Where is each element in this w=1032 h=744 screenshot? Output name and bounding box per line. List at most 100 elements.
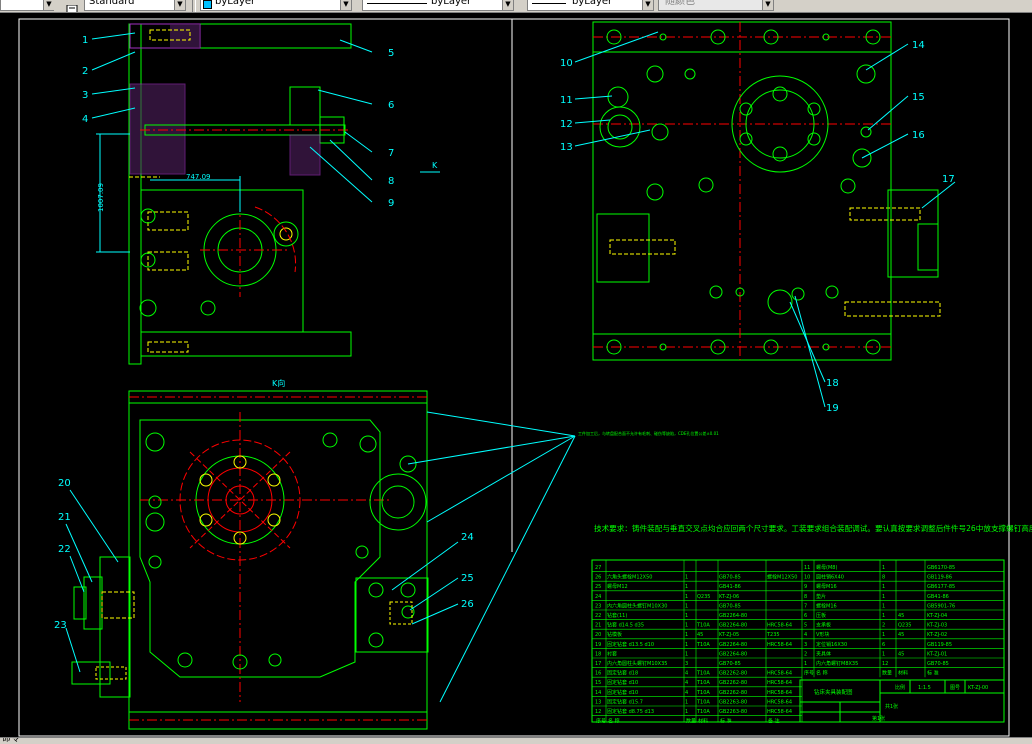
scale-label: 比例 bbox=[895, 684, 905, 691]
linetype-preview-icon bbox=[367, 3, 427, 4]
chevron-down-icon[interactable]: ▼ bbox=[502, 0, 513, 10]
bom-cell: GB2264-80 bbox=[719, 651, 747, 657]
callout-25: 25 bbox=[461, 573, 474, 584]
bom-row: 16 固定钻套 d18 4 T10A GB2262-80 HRC58-64 bbox=[592, 670, 802, 678]
bom-row: 14 固定钻套 d10 4 T10A GB2262-80 HRC58-64 bbox=[592, 689, 802, 697]
leaders-k-view bbox=[65, 411, 576, 703]
bom-cell: GB41-86 bbox=[927, 594, 949, 600]
callout-2: 2 bbox=[82, 66, 88, 77]
bom-cell: GB6170-85 bbox=[927, 565, 955, 571]
bom-header-cell: 材料 bbox=[698, 718, 708, 725]
callout-11: 11 bbox=[560, 95, 573, 106]
dim-vertical: 1007.09 bbox=[97, 183, 105, 212]
lineweight-dropdown[interactable]: byLayer bbox=[527, 0, 654, 11]
bom-cell: 24 bbox=[595, 594, 601, 600]
bom-cell: 1 bbox=[685, 651, 688, 657]
chevron-down-icon[interactable]: ▼ bbox=[762, 0, 773, 10]
bom-cell: 1 bbox=[882, 584, 885, 590]
bom-cell: GB2262-80 bbox=[719, 680, 747, 686]
bom-cell: GB2264-80 bbox=[719, 642, 747, 648]
bom-cell: 4 bbox=[685, 671, 688, 677]
bom-cell: GB2262-80 bbox=[719, 671, 747, 677]
bom-cell: KT-ZJ-06 bbox=[719, 594, 739, 600]
bom-cell: 45 bbox=[898, 632, 904, 638]
chevron-down-icon[interactable]: ▼ bbox=[43, 0, 54, 10]
bom-row: 12 固定钻套 d8.75 d13 1 T10A GB2263-80 HRC58-64 bbox=[592, 708, 802, 716]
bom-cell: GB41-86 bbox=[719, 584, 741, 590]
bom-cell: 27 bbox=[595, 565, 601, 571]
bom-cell: 螺母M12 bbox=[607, 583, 628, 590]
bom-cell: 1 bbox=[804, 661, 807, 667]
bom-cell: 固定钻套 d15.7 bbox=[607, 698, 643, 705]
bom-cell: GB119-86 bbox=[927, 575, 952, 581]
bom-cell: KT-ZJ-05 bbox=[719, 632, 739, 638]
top-view bbox=[592, 21, 941, 361]
text-style-dropdown[interactable]: Standard bbox=[84, 0, 186, 11]
bom-header-left: 序号名 称 数量 材料 标 准 备 注 bbox=[596, 718, 780, 725]
layer-color-value: byLayer bbox=[215, 0, 256, 7]
bom-cell: 1 bbox=[685, 613, 688, 619]
drawing-canvas[interactable]: 1007.09 747.09 K 1 2 3 4 5 6 7 8 9 10 11… bbox=[0, 12, 1032, 737]
bom-cell: T10A bbox=[696, 642, 710, 648]
bom-cell: 8 bbox=[882, 575, 885, 581]
bom-cell: 10 bbox=[804, 575, 810, 581]
bom-header-cell: 标 准 bbox=[720, 718, 732, 725]
bom-cell: 7 bbox=[804, 603, 807, 609]
callout-18: 18 bbox=[826, 378, 839, 389]
bom-cell: 13 bbox=[595, 699, 601, 705]
bom-cell: 14 bbox=[595, 690, 601, 696]
chevron-down-icon[interactable]: ▼ bbox=[340, 0, 351, 10]
callout-20: 20 bbox=[58, 478, 71, 489]
bom-cell: 内六角圆柱头螺钉M10X30 bbox=[607, 602, 667, 609]
bom-cell: 11 bbox=[804, 565, 810, 571]
bom-row: 1 内六角螺钉M8X35 12 GB70-85 bbox=[802, 660, 1004, 668]
linetype-dropdown[interactable]: byLayer bbox=[362, 0, 514, 11]
callout-24: 24 bbox=[461, 532, 474, 543]
callout-10: 10 bbox=[560, 58, 573, 69]
bom-cell: 1 bbox=[685, 623, 688, 629]
bom-header-cell: 数量 bbox=[686, 718, 696, 725]
bom-row: 4 V形块 1 45 KT-ZJ-02 bbox=[802, 631, 1004, 640]
bom-header-cell: 名 称 bbox=[816, 670, 828, 677]
bom-cell: 垫片 bbox=[816, 593, 826, 600]
front-view bbox=[96, 23, 440, 365]
bom-row: 25 螺母M12 1 GB41-86 bbox=[592, 583, 802, 592]
bom-cell: 固定钻套 d10 bbox=[607, 689, 638, 696]
bom-cell: 4 bbox=[685, 690, 688, 696]
bom-cell: 1 bbox=[685, 594, 688, 600]
bom-cell: 夹具体 bbox=[816, 650, 831, 657]
callout-21: 21 bbox=[58, 512, 71, 523]
callout-19: 19 bbox=[826, 403, 839, 414]
bom-cell: 2 bbox=[882, 623, 885, 629]
bom-cell: 钻套 d14.5 d35 bbox=[607, 622, 644, 629]
bom-cell: 3 bbox=[685, 661, 688, 667]
bom-cell: 22 bbox=[595, 613, 601, 619]
bom-cell: 1 bbox=[685, 584, 688, 590]
bom-cell: T10A bbox=[696, 690, 710, 696]
bom-cell: HRC58-64 bbox=[767, 642, 792, 648]
bom-header-cell: 名 称 bbox=[608, 718, 620, 725]
bom-cell: 固定钻套 d10 bbox=[607, 679, 638, 686]
bom-cell: 螺母(M8) bbox=[816, 564, 837, 571]
bom-row: 19 固定钻套 d13.5 d10 1 T10A GB2264-80 HRC58-64 bbox=[592, 641, 802, 649]
bom-cell: T235 bbox=[766, 632, 780, 638]
bom-header-cell: 序号 bbox=[804, 670, 814, 677]
chevron-down-icon[interactable]: ▼ bbox=[642, 0, 653, 10]
bom-row: 17 内六角圆柱头螺钉M10X35 3 GB70-85 bbox=[592, 660, 802, 668]
plot-style-dropdown[interactable]: 随颜色 bbox=[658, 0, 774, 11]
bom-cell: 4 bbox=[685, 680, 688, 686]
bom-cell: 1 bbox=[685, 632, 688, 638]
chevron-down-icon[interactable]: ▼ bbox=[174, 0, 185, 10]
bom-cell: 17 bbox=[595, 661, 601, 667]
bom-cell: Q235 bbox=[697, 594, 710, 600]
bom-cell: 1 bbox=[882, 594, 885, 600]
bom-row: 21 钻套 d14.5 d35 1 T10A GB2264-80 HRC58-64 bbox=[592, 622, 802, 630]
bom-cell: 螺栓M12X50 bbox=[767, 574, 797, 581]
bom-cell: KT-ZJ-01 bbox=[927, 651, 947, 657]
bom-cell: 钻套(11) bbox=[607, 612, 627, 619]
k-view bbox=[71, 390, 429, 730]
layer-color-dropdown[interactable]: byLayer bbox=[200, 0, 352, 11]
bom-row: 10 圆柱销6X40 8 GB119-86 bbox=[802, 574, 1004, 582]
bom-cell: KT-ZJ-03 bbox=[927, 623, 947, 629]
bom-cell: 衬套 bbox=[607, 650, 617, 657]
